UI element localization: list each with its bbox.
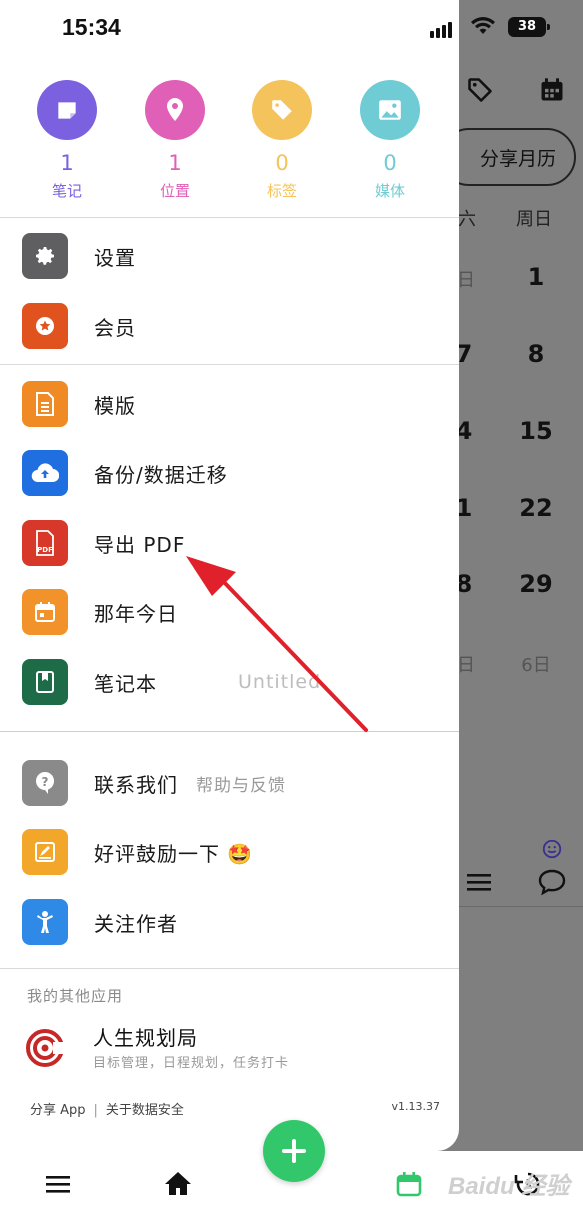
tag-icon[interactable] [466,76,494,104]
divider [0,364,459,365]
weekday-sun: 周日 [516,209,552,230]
calendar-icon [22,589,68,635]
calendar-day[interactable]: 8 [516,340,556,368]
notebook-value: Untitled [238,671,322,693]
location-pin-icon [145,80,205,140]
menu-sublabel: 帮助与反馈 [196,775,286,796]
battery-icon: 38 [508,17,550,37]
footer-divider: | [93,1103,98,1118]
menu-label: 关注作者 [94,911,178,936]
drawer-footer: 分享 App | 关于数据安全 v1.13.37 [30,1099,440,1118]
version-label: v1.13.37 [391,1100,441,1113]
status-bar: 15:34 38 [0,12,583,46]
edit-rating-icon [22,829,68,875]
stat-count: 1 [60,151,74,175]
share-calendar-button[interactable]: 分享月历 [440,128,576,186]
menu-item-follow[interactable]: 关注作者 [22,898,442,946]
help-icon: ? [22,760,68,806]
pdf-file-icon: PDF [22,520,68,566]
calendar-day[interactable]: 15 [516,417,556,445]
list-icon[interactable] [466,870,492,894]
calendar-day[interactable]: 22 [516,494,556,522]
emoji-face-icon[interactable] [541,838,563,860]
menu-label: 好评鼓励一下 🤩 [94,841,254,866]
menu-label: 那年今日 [94,601,178,626]
menu-label: 会员 [94,315,136,340]
menu-item-export-pdf[interactable]: PDF 导出 PDF [22,519,442,567]
plus-icon [282,1139,306,1163]
status-time: 15:34 [62,14,121,40]
menu-icon[interactable] [44,1169,72,1199]
home-icon[interactable] [163,1169,193,1199]
stat-locations[interactable]: 1 位置 [135,80,215,201]
stat-media[interactable]: 0 媒体 [350,80,430,201]
divider [0,217,459,218]
chat-bubble-icon[interactable] [537,868,567,896]
other-apps-title: 我的其他应用 [27,987,124,1005]
menu-label: 联系我们 [94,772,178,797]
menu-label: 模版 [94,393,136,418]
menu-label: 设置 [94,245,136,270]
calendar-day[interactable]: 6日 [516,651,556,677]
calendar-day[interactable]: 1 [516,263,556,291]
calendar-toolbar [466,74,576,110]
app-logo-icon [26,1029,65,1067]
stats-row: 1 笔记 1 位置 0 标签 0 媒体 [0,80,459,210]
stat-notes[interactable]: 1 笔记 [27,80,107,201]
person-icon [22,899,68,945]
gear-icon [22,233,68,279]
notebook-icon [22,659,68,705]
stat-count: 1 [168,151,182,175]
divider [0,731,459,732]
menu-label: 导出 PDF [94,532,186,557]
stat-tags[interactable]: 0 标签 [242,80,322,201]
calendar-day[interactable]: 29 [516,570,556,598]
stat-label: 笔记 [51,182,82,200]
cloud-upload-icon [22,450,68,496]
stat-count: 0 [275,151,289,175]
menu-label: 笔记本 [94,671,157,696]
menu-item-backup[interactable]: 备份/数据迁移 [22,449,442,497]
document-icon [22,381,68,427]
note-icon [37,80,97,140]
stat-label: 媒体 [374,182,405,200]
data-security-link[interactable]: 关于数据安全 [106,1103,184,1118]
share-app-link[interactable]: 分享 App [30,1103,86,1118]
menu-item-rate[interactable]: 好评鼓励一下 🤩 [22,828,442,876]
menu-item-contact[interactable]: ? 联系我们 帮助与反馈 [22,759,442,807]
svg-text:?: ? [42,775,49,789]
calendar-tab-icon[interactable] [394,1169,424,1199]
wifi-icon [471,17,495,34]
calendar-icon[interactable] [538,76,566,104]
side-drawer: 1 笔记 1 位置 0 标签 0 媒体 设置 会员 模版 备份/数据迁移 PDF… [0,0,459,1151]
add-button[interactable] [263,1120,325,1182]
divider [0,968,459,969]
stat-count: 0 [383,151,397,175]
tag-icon [252,80,312,140]
image-icon [360,80,420,140]
star-badge-icon [22,303,68,349]
other-app-item[interactable]: 人生规划局 目标管理，日程规划，任务打卡 [25,1020,445,1072]
menu-item-templates[interactable]: 模版 [22,380,442,428]
menu-item-notebook[interactable]: 笔记本 Untitled [22,658,442,706]
app-description: 目标管理，日程规划，任务打卡 [93,1056,290,1071]
menu-item-membership[interactable]: 会员 [22,302,442,350]
weekday-sat: 六 [458,209,476,230]
app-name: 人生规划局 [93,1026,198,1050]
bg-divider [458,906,583,907]
stat-label: 标签 [266,182,297,200]
menu-item-settings[interactable]: 设置 [22,232,442,280]
menu-label: 备份/数据迁移 [94,462,228,487]
watermark: Baidu 经验 [448,1173,570,1200]
stat-label: 位置 [159,182,190,200]
svg-text:PDF: PDF [37,546,53,554]
menu-item-on-this-day[interactable]: 那年今日 [22,588,442,636]
